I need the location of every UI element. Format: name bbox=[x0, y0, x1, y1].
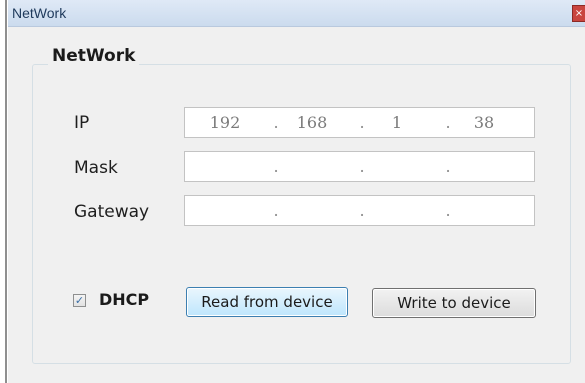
ip-separator: . bbox=[359, 113, 365, 132]
ip-separator: . bbox=[445, 113, 451, 132]
gateway-separator: . bbox=[273, 201, 279, 220]
write-to-device-button[interactable]: Write to device bbox=[372, 288, 536, 318]
mask-label: Mask bbox=[74, 158, 118, 178]
ip-label: IP bbox=[74, 113, 90, 133]
group-title: NetWork bbox=[48, 46, 140, 66]
ip-address-field[interactable]: 192 . 168 . 1 . 38 bbox=[184, 107, 535, 138]
titlebar[interactable]: NetWork × bbox=[8, 0, 585, 27]
mask-separator: . bbox=[273, 157, 279, 176]
gateway-separator: . bbox=[445, 201, 451, 220]
ip-separator: . bbox=[273, 113, 279, 132]
mask-separator: . bbox=[359, 157, 365, 176]
background-edge bbox=[0, 0, 8, 383]
divider bbox=[5, 0, 7, 383]
mask-address-field[interactable]: . . . bbox=[184, 151, 535, 182]
gateway-address-field[interactable]: . . . bbox=[184, 195, 535, 226]
ip-octet-1[interactable]: 192 bbox=[205, 113, 245, 132]
gateway-separator: . bbox=[359, 201, 365, 220]
ip-octet-4[interactable]: 38 bbox=[464, 113, 504, 132]
gateway-label: Gateway bbox=[74, 202, 150, 222]
ip-octet-2[interactable]: 168 bbox=[292, 113, 332, 132]
read-from-device-button[interactable]: Read from device bbox=[186, 287, 348, 317]
dhcp-checkbox[interactable]: ✓ bbox=[73, 294, 86, 307]
close-icon[interactable]: × bbox=[572, 5, 585, 22]
window-title: NetWork bbox=[12, 5, 67, 21]
ip-octet-3[interactable]: 1 bbox=[377, 113, 417, 132]
mask-separator: . bbox=[445, 157, 451, 176]
dhcp-label[interactable]: DHCP bbox=[99, 290, 149, 309]
